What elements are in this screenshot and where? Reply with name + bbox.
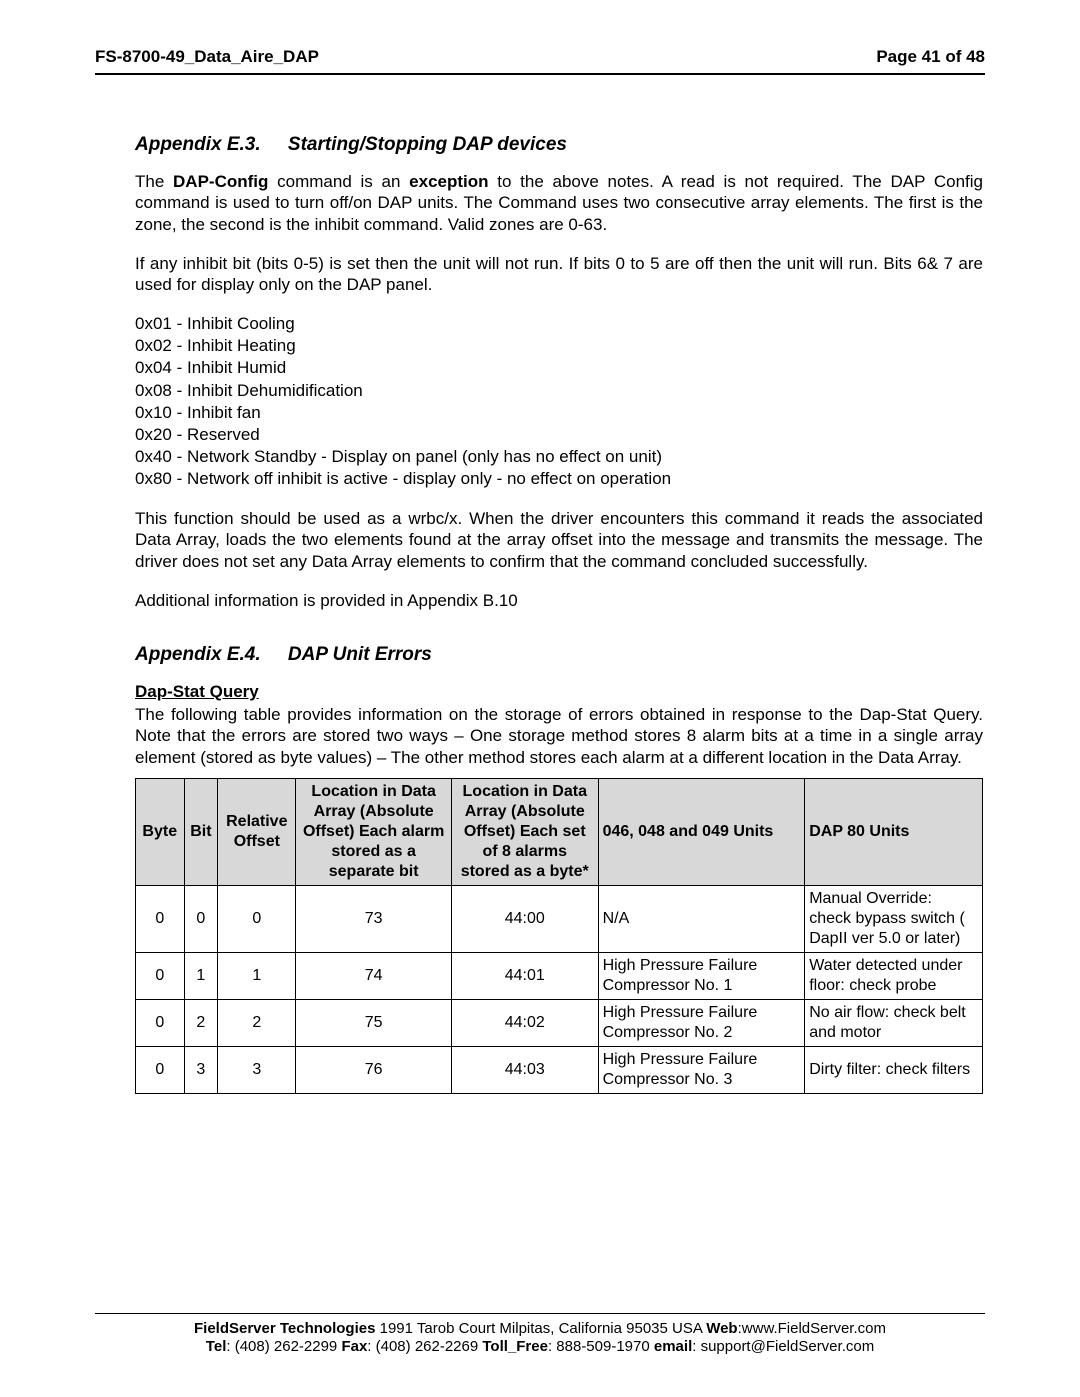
th-046-units: 046, 048 and 049 Units (598, 778, 805, 885)
page-footer: FieldServer Technologies 1991 Tarob Cour… (95, 1313, 985, 1358)
runhead-left: FS-8700-49_Data_Aire_DAP (95, 46, 319, 67)
e3-para3: This function should be used as a wrbc/x… (135, 508, 983, 572)
footer-tollfree-label: Toll_Free (482, 1338, 548, 1355)
cell-loc2: 44:01 (451, 952, 598, 999)
bit-item: 0x01 - Inhibit Cooling (135, 313, 983, 335)
appendix-e3-title: Starting/Stopping DAP devices (288, 134, 567, 155)
e4-para: The following table provides information… (135, 704, 983, 768)
appendix-e4-title: DAP Unit Errors (288, 644, 432, 665)
text: : 888-509-1970 (548, 1338, 654, 1355)
bit-item: 0x80 - Network off inhibit is active - d… (135, 468, 983, 490)
th-bit: Bit (184, 778, 218, 885)
th-loc-bit: Location in Data Array (Absolute Offset)… (296, 778, 452, 885)
bit-item: 0x10 - Inhibit fan (135, 402, 983, 424)
cell-046: High Pressure Failure Compressor No. 1 (598, 952, 805, 999)
text: : support@FieldServer.com (692, 1338, 874, 1355)
footer-tel-label: Tel (206, 1338, 227, 1355)
bit-item: 0x20 - Reserved (135, 424, 983, 446)
cell-loc2: 44:03 (451, 1046, 598, 1093)
cell-loc2: 44:02 (451, 999, 598, 1046)
cell-rel: 2 (218, 999, 296, 1046)
table-row: 0 2 2 75 44:02 High Pressure Failure Com… (136, 999, 983, 1046)
e3-para1: The DAP-Config command is an exception t… (135, 171, 983, 235)
bit-item: 0x08 - Inhibit Dehumidification (135, 380, 983, 402)
cell-rel: 3 (218, 1046, 296, 1093)
running-header: FS-8700-49_Data_Aire_DAP Page 41 of 48 (95, 46, 985, 75)
cell-loc1: 76 (296, 1046, 452, 1093)
appendix-e3-label: Appendix E.3. (135, 134, 261, 155)
bold-text: exception (409, 172, 488, 191)
th-dap80-units: DAP 80 Units (805, 778, 983, 885)
cell-byte: 0 (136, 999, 185, 1046)
cell-byte: 0 (136, 885, 185, 952)
table-row: 0 1 1 74 44:01 High Pressure Failure Com… (136, 952, 983, 999)
cell-bit: 0 (184, 885, 218, 952)
cell-dap80: Dirty filter: check filters (805, 1046, 983, 1093)
th-byte: Byte (136, 778, 185, 885)
cell-046: High Pressure Failure Compressor No. 3 (598, 1046, 805, 1093)
cell-rel: 0 (218, 885, 296, 952)
bit-item: 0x02 - Inhibit Heating (135, 335, 983, 357)
cell-loc2: 44:00 (451, 885, 598, 952)
footer-line-2: Tel: (408) 262-2299 Fax: (408) 262-2269 … (95, 1338, 985, 1357)
runhead-right: Page 41 of 48 (876, 46, 985, 67)
text: : (408) 262-2269 (367, 1338, 482, 1355)
cell-byte: 0 (136, 952, 185, 999)
cell-bit: 1 (184, 952, 218, 999)
cell-loc1: 75 (296, 999, 452, 1046)
text: command is an (268, 172, 409, 191)
bit-item: 0x40 - Network Standby - Display on pane… (135, 446, 983, 468)
footer-email-label: email (654, 1338, 692, 1355)
cell-046: N/A (598, 885, 805, 952)
cell-rel: 1 (218, 952, 296, 999)
page: FS-8700-49_Data_Aire_DAP Page 41 of 48 A… (0, 0, 1080, 1397)
th-loc-byte: Location in Data Array (Absolute Offset)… (451, 778, 598, 885)
cell-bit: 3 (184, 1046, 218, 1093)
cell-dap80: Manual Override: check bypass switch ( D… (805, 885, 983, 952)
cell-bit: 2 (184, 999, 218, 1046)
table-header-row: Byte Bit Relative Offset Location in Dat… (136, 778, 983, 885)
text: :www.FieldServer.com (738, 1320, 886, 1337)
bit-item: 0x04 - Inhibit Humid (135, 357, 983, 379)
text: 1991 Tarob Court Milpitas, California 95… (375, 1320, 706, 1337)
heading-appendix-e3: Appendix E.3. Starting/Stopping DAP devi… (135, 133, 983, 157)
dap-stat-query-heading: Dap-Stat Query (135, 681, 983, 702)
footer-fax-label: Fax (341, 1338, 367, 1355)
dap-error-table: Byte Bit Relative Offset Location in Dat… (135, 778, 983, 1094)
cell-046: High Pressure Failure Compressor No. 2 (598, 999, 805, 1046)
table-row: 0 3 3 76 44:03 High Pressure Failure Com… (136, 1046, 983, 1093)
inhibit-bit-list: 0x01 - Inhibit Cooling 0x02 - Inhibit He… (135, 313, 983, 490)
cell-loc1: 73 (296, 885, 452, 952)
cell-dap80: No air flow: check belt and motor (805, 999, 983, 1046)
footer-company: FieldServer Technologies (194, 1320, 375, 1337)
cell-loc1: 74 (296, 952, 452, 999)
cell-byte: 0 (136, 1046, 185, 1093)
footer-line-1: FieldServer Technologies 1991 Tarob Cour… (95, 1320, 985, 1339)
text: The (135, 172, 173, 191)
cell-dap80: Water detected under floor: check probe (805, 952, 983, 999)
bold-text: DAP-Config (173, 172, 268, 191)
text: : (408) 262-2299 (226, 1338, 341, 1355)
e3-para4: Additional information is provided in Ap… (135, 590, 983, 611)
body-column: Appendix E.3. Starting/Stopping DAP devi… (135, 133, 983, 1094)
th-rel-offset: Relative Offset (218, 778, 296, 885)
e3-para2: If any inhibit bit (bits 0-5) is set the… (135, 253, 983, 296)
heading-appendix-e4: Appendix E.4. DAP Unit Errors (135, 643, 983, 667)
table-row: 0 0 0 73 44:00 N/A Manual Override: chec… (136, 885, 983, 952)
appendix-e4-label: Appendix E.4. (135, 644, 261, 665)
footer-web-label: Web (706, 1320, 737, 1337)
